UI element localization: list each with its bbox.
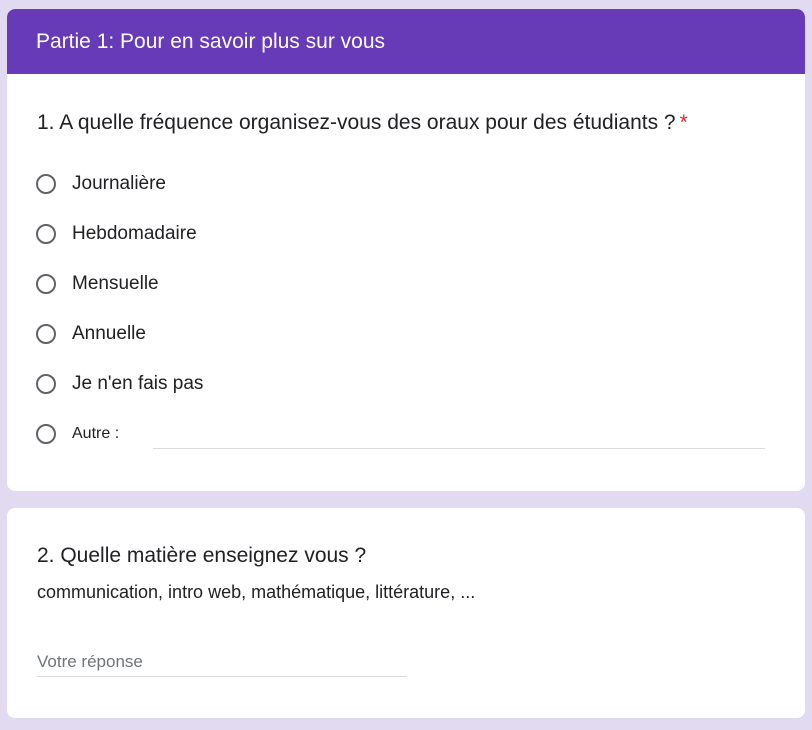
radio-button[interactable]: [36, 174, 56, 194]
question-1-title: 1. A quelle fréquence organisez-vous des…: [37, 110, 688, 136]
section-header: Partie 1: Pour en savoir plus sur vous: [7, 9, 805, 74]
option-label: Mensuelle: [72, 273, 159, 294]
question-2-title: 2. Quelle matière enseignez vous ?: [37, 544, 367, 567]
option-label: Annuelle: [72, 323, 146, 344]
radio-button[interactable]: [36, 424, 56, 444]
answer-input[interactable]: [37, 648, 407, 677]
radio-button[interactable]: [36, 224, 56, 244]
question-2-description: communication, intro web, mathématique, …: [37, 582, 476, 602]
other-text-field[interactable]: [153, 424, 765, 449]
option-je-nen-fais-pas[interactable]: Je n'en fais pas: [36, 372, 203, 396]
option-label: Je n'en fais pas: [72, 373, 204, 394]
other-option-label: Autre :: [72, 425, 120, 442]
option-label: Hebdomadaire: [72, 223, 197, 244]
required-asterisk: *: [679, 111, 688, 134]
question-card-2: 2. Quelle matière enseignez vous ? commu…: [7, 508, 805, 718]
radio-button[interactable]: [36, 374, 56, 394]
radio-button[interactable]: [36, 274, 56, 294]
option-mensuelle[interactable]: Mensuelle: [36, 272, 203, 296]
option-journaliere[interactable]: Journalière: [36, 172, 203, 196]
section-title: Partie 1: Pour en savoir plus sur vous: [36, 29, 386, 53]
option-annuelle[interactable]: Annuelle: [36, 322, 203, 346]
question-1-text: 1. A quelle fréquence organisez-vous des…: [37, 111, 676, 134]
option-hebdomadaire[interactable]: Hebdomadaire: [36, 222, 203, 246]
radio-button[interactable]: [36, 324, 56, 344]
option-label: Journalière: [72, 173, 166, 194]
question-card-1: Partie 1: Pour en savoir plus sur vous 1…: [7, 9, 805, 491]
